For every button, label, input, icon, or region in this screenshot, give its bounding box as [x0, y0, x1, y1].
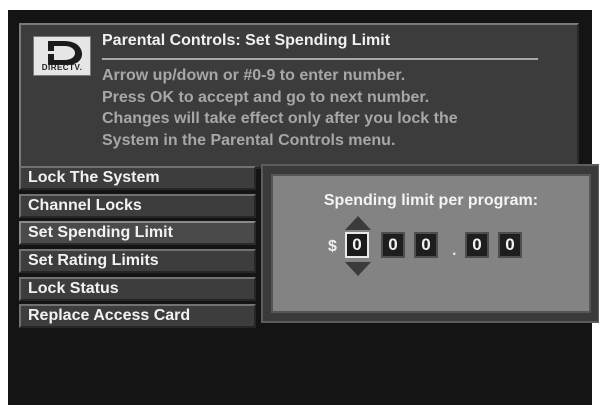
digit-field[interactable]: 0	[345, 232, 369, 258]
spending-limit-label: Spending limit per program:	[323, 192, 539, 209]
header-panel: DIRECTV. Parental Controls: Set Spending…	[19, 23, 579, 169]
digit-field[interactable]: 0	[465, 232, 489, 258]
digit-field[interactable]: 0	[381, 232, 405, 258]
decimal-separator: .	[452, 242, 457, 259]
instruction-line: Arrow up/down or #0-9 to enter number.	[102, 67, 406, 84]
logo-wordmark: DIRECTV.	[41, 63, 83, 72]
menu-item-replace-access-card[interactable]: Replace Access Card	[19, 304, 256, 329]
instruction-line: Changes will take effect only after you …	[102, 110, 458, 127]
currency-symbol: $	[328, 238, 337, 255]
menu-item-set-spending-limit[interactable]: Set Spending Limit	[19, 221, 256, 246]
arrow-down-icon[interactable]	[345, 262, 371, 276]
instruction-line: Press OK to accept and go to next number…	[102, 88, 430, 106]
digit-field[interactable]: 0	[414, 232, 438, 258]
instructions-text: Arrow up/down or #0-9 to enter number. P…	[102, 65, 562, 151]
arrow-up-icon[interactable]	[345, 216, 371, 230]
title-divider	[102, 58, 538, 60]
instruction-line: System in the Parental Controls menu.	[102, 131, 396, 149]
menu-item-channel-locks[interactable]: Channel Locks	[19, 193, 256, 218]
menu-item-lock-the-system[interactable]: Lock The System	[19, 166, 256, 190]
tv-screen: DIRECTV. Parental Controls: Set Spending…	[8, 10, 599, 405]
page-title: Parental Controls: Set Spending Limit	[102, 32, 391, 49]
digit-field[interactable]: 0	[498, 232, 522, 258]
parental-controls-menu: Lock The System Channel Locks Set Spendi…	[19, 166, 256, 332]
menu-item-set-rating-limits[interactable]: Set Rating Limits	[19, 249, 256, 274]
spending-limit-box: Spending limit per program: $ 0 0 0 . 0 …	[271, 174, 591, 313]
spending-limit-panel: Spending limit per program: $ 0 0 0 . 0 …	[261, 164, 599, 323]
directv-logo-icon: DIRECTV.	[33, 36, 91, 76]
menu-item-lock-status[interactable]: Lock Status	[19, 276, 256, 301]
